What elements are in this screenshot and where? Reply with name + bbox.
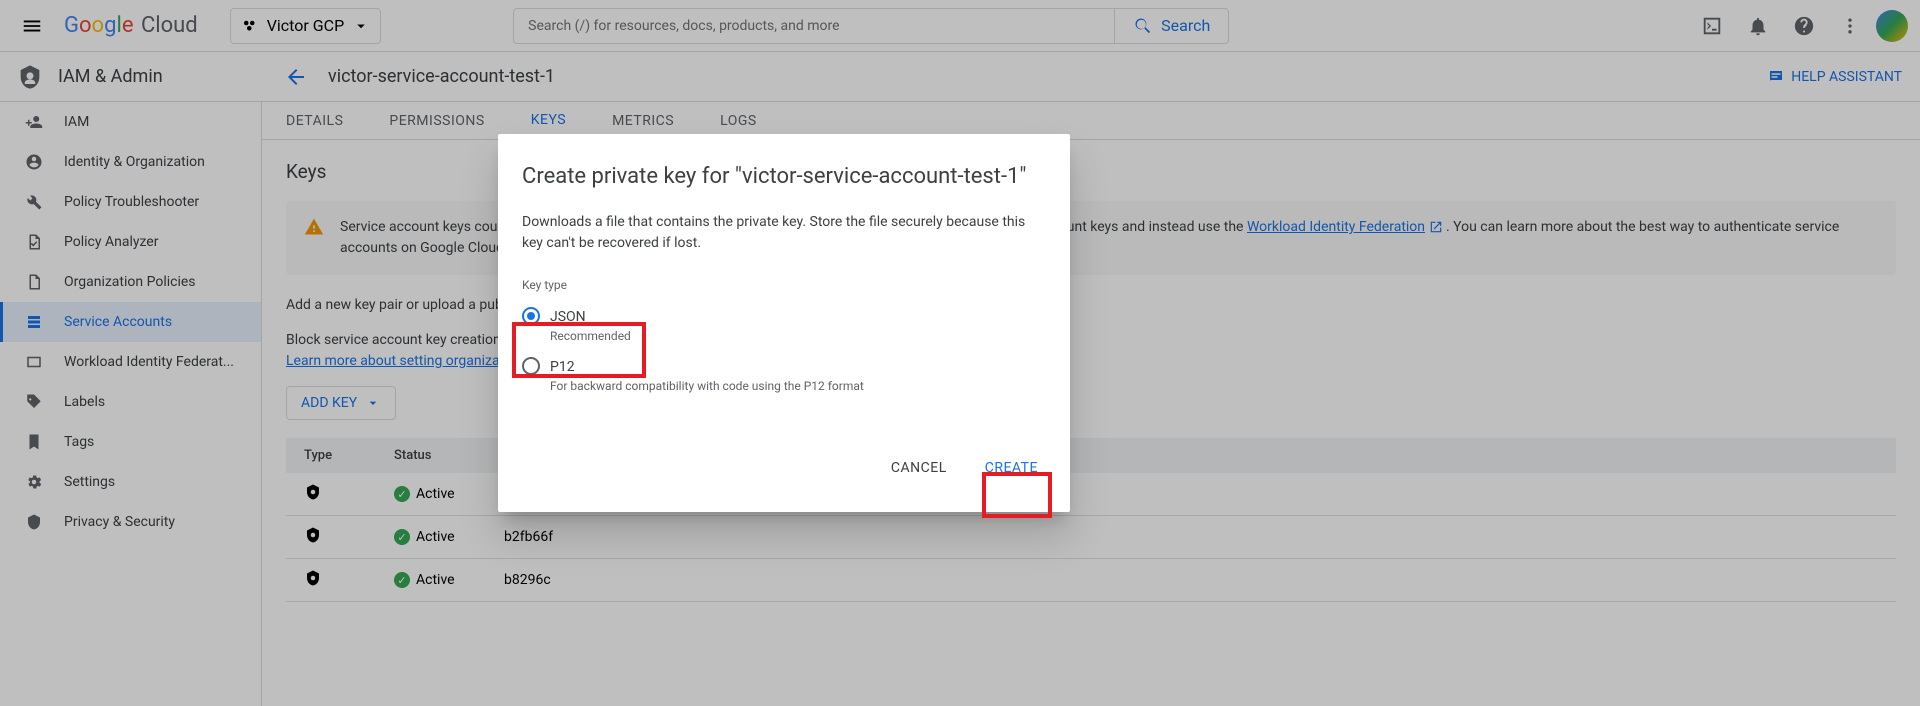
radio-json-input[interactable] xyxy=(522,307,540,325)
radio-p12-input[interactable] xyxy=(522,357,540,375)
radio-p12[interactable]: P12 For backward compatibility with code… xyxy=(522,350,1046,400)
radio-json-hint: Recommended xyxy=(550,329,631,343)
radio-p12-label: P12 xyxy=(550,359,575,375)
radio-json-label: JSON xyxy=(550,309,586,325)
radio-json[interactable]: JSON Recommended xyxy=(522,300,1046,350)
dialog-title: Create private key for "victor-service-a… xyxy=(522,162,1046,192)
radio-p12-hint: For backward compatibility with code usi… xyxy=(550,379,864,393)
cancel-button[interactable]: CANCEL xyxy=(883,452,955,484)
key-type-label: Key type xyxy=(522,278,1046,292)
create-button[interactable]: CREATE xyxy=(977,452,1046,484)
create-key-dialog: Create private key for "victor-service-a… xyxy=(498,134,1070,512)
dialog-description: Downloads a file that contains the priva… xyxy=(522,212,1046,254)
